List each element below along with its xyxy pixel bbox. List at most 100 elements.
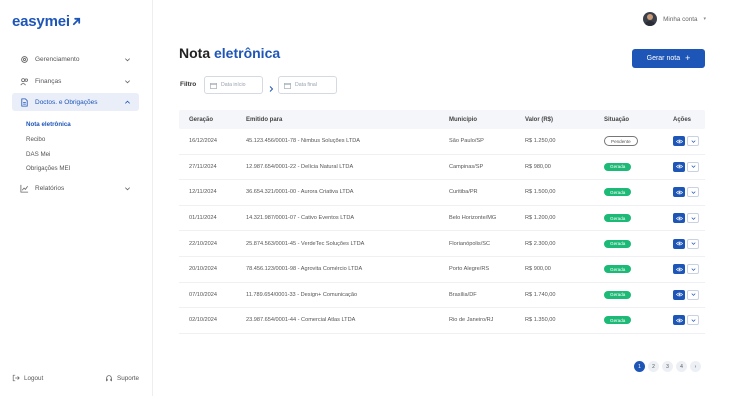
table-row[interactable]: 12/11/2024 36.654.321/0001-00 - Aurora C…: [179, 180, 705, 206]
table-body: 16/12/2024 45.123.456/0001-78 - Nimbus S…: [179, 129, 705, 334]
sidebar-item-gerenciamento[interactable]: Gerenciamento: [12, 50, 139, 68]
view-button[interactable]: [673, 187, 685, 198]
support-label: Suporte: [117, 374, 140, 382]
view-button[interactable]: [673, 238, 685, 249]
status-badge-label: Pendente: [604, 136, 638, 147]
cell-date: 27/11/2024: [189, 163, 217, 170]
chevron-down-icon: [691, 268, 695, 271]
header-situacao[interactable]: Situação: [604, 117, 629, 123]
status-badge-label: Gerada: [604, 265, 632, 274]
table-row[interactable]: 16/12/2024 45.123.456/0001-78 - Nimbus S…: [179, 129, 705, 155]
filter-label: Filtro: [180, 81, 197, 88]
view-button[interactable]: [673, 136, 685, 147]
sidebar-item-relatorios[interactable]: Relatórios: [12, 179, 139, 197]
sidebar-subitem-nota-eletronica[interactable]: Nota eletrônica: [26, 121, 71, 128]
document-icon: [20, 97, 29, 107]
more-options-button[interactable]: [687, 264, 699, 275]
end-date-placeholder: Data final: [295, 82, 317, 88]
table-row[interactable]: 01/11/2024 14.321.987/0001-07 - Cativo E…: [179, 206, 705, 232]
chevron-down-icon: ▾: [703, 16, 706, 22]
table-header: Geração Emitido para Município Valor (R$…: [179, 110, 705, 129]
user-menu[interactable]: Minha conta ▾: [643, 12, 706, 26]
table-row[interactable]: 02/10/2024 23.987.654/0001-44 - Comercia…: [179, 308, 705, 334]
notes-table: Geração Emitido para Município Valor (R$…: [179, 110, 705, 334]
header-municipio[interactable]: Município: [449, 117, 477, 123]
users-icon: [20, 77, 29, 86]
avatar: [643, 12, 658, 26]
header-emitido-para[interactable]: Emitido para: [246, 117, 282, 123]
sidebar-subitem-obrigacoes-mei[interactable]: Obrigações MEI: [26, 165, 70, 172]
cell-city: São Paulo/SP: [449, 138, 484, 145]
more-options-button[interactable]: [687, 289, 699, 300]
page-title-accent: eletrônica: [214, 45, 281, 61]
pagination: 1 2 3 4 ›: [634, 361, 701, 372]
support-link[interactable]: Suporte: [105, 374, 139, 382]
end-date-input[interactable]: Data final: [278, 76, 337, 94]
cell-value: R$ 1.350,00: [525, 317, 556, 324]
start-date-input[interactable]: Data início: [204, 76, 263, 94]
status-badge-label: Gerada: [604, 188, 632, 197]
cell-recipient: 45.123.456/0001-78 - Nimbus Soluções LTD…: [246, 138, 361, 145]
cell-city: Campinas/SP: [449, 163, 484, 170]
chart-line-icon: [20, 184, 29, 193]
gear-icon: [20, 55, 29, 64]
cell-city: Florianópolis/SC: [449, 240, 491, 247]
calendar-icon: [210, 82, 217, 89]
page-button[interactable]: 1: [634, 361, 645, 372]
cell-date: 22/10/2024: [189, 240, 217, 247]
table-row[interactable]: 20/10/2024 78.456.123/0001-98 - Agrovita…: [179, 257, 705, 283]
more-options-button[interactable]: [687, 161, 699, 172]
more-options-button[interactable]: [687, 136, 699, 147]
arrow-up-right-icon: [72, 17, 80, 26]
start-date-placeholder: Data início: [221, 82, 246, 88]
chevron-down-icon: [691, 293, 695, 297]
more-options-button[interactable]: [687, 213, 699, 224]
next-page-button[interactable]: ›: [690, 361, 701, 372]
cell-recipient: 11.789.654/0001-33 - Design+ Comunicação: [246, 291, 358, 298]
row-actions: [673, 187, 699, 198]
cell-value: R$ 2.300,00: [525, 240, 556, 247]
cell-date: 01/11/2024: [189, 215, 217, 222]
page-button[interactable]: 4: [676, 361, 687, 372]
table-row[interactable]: 07/10/2024 11.789.654/0001-33 - Design+ …: [179, 283, 705, 309]
cell-recipient: 25.874.563/0001-45 - VerdeTec Soluções L…: [246, 240, 365, 247]
header-geracao[interactable]: Geração: [189, 117, 213, 123]
sidebar-item-financas[interactable]: Finanças: [12, 72, 139, 90]
row-actions: [673, 238, 699, 249]
status-badge: Gerada: [604, 188, 632, 197]
table-row[interactable]: 22/10/2024 25.874.563/0001-45 - VerdeTec…: [179, 231, 705, 257]
table-row[interactable]: 27/11/2024 12.987.654/0001-22 - Delícia …: [179, 155, 705, 181]
view-button[interactable]: [673, 289, 685, 300]
cell-recipient: 14.321.987/0001-07 - Cativo Eventos LTDA: [246, 215, 355, 222]
status-badge-label: Gerada: [604, 239, 632, 248]
logout-label: Logout: [24, 374, 44, 382]
chevron-down-icon: [124, 185, 131, 192]
cell-recipient: 36.654.321/0001-00 - Aurora Criativa LTD…: [246, 189, 354, 196]
generate-note-button[interactable]: Gerar nota +: [632, 49, 705, 68]
status-badge-label: Gerada: [604, 290, 632, 299]
sidebar-item-documentos[interactable]: Doctos. e Obrigações: [12, 93, 139, 111]
sidebar-subitem-das-mei[interactable]: DAS Mei: [26, 151, 50, 158]
cell-city: Belo Horizonte/MG: [449, 215, 497, 222]
more-options-button[interactable]: [687, 187, 699, 198]
header-acoes: Ações: [673, 116, 692, 123]
user-name: Minha conta: [663, 15, 698, 23]
sidebar-subitem-recibo[interactable]: Recibo: [26, 136, 45, 143]
view-button[interactable]: [673, 315, 685, 326]
status-badge: Gerada: [604, 214, 632, 223]
more-options-button[interactable]: [687, 238, 699, 249]
view-button[interactable]: [673, 213, 685, 224]
view-button[interactable]: [673, 161, 685, 172]
chevron-up-icon: [124, 99, 131, 106]
page-button[interactable]: 2: [648, 361, 659, 372]
page-button[interactable]: 3: [662, 361, 673, 372]
view-button[interactable]: [673, 264, 685, 275]
cell-date: 20/10/2024: [189, 266, 217, 273]
logout-link[interactable]: Logout: [12, 374, 43, 382]
more-options-button[interactable]: [687, 315, 699, 326]
header-valor[interactable]: Valor (R$): [525, 117, 553, 123]
row-actions: [673, 315, 699, 326]
cell-city: Porto Alegre/RS: [449, 266, 490, 273]
brand-logo[interactable]: easymei: [12, 13, 81, 30]
eye-icon: [675, 139, 683, 144]
